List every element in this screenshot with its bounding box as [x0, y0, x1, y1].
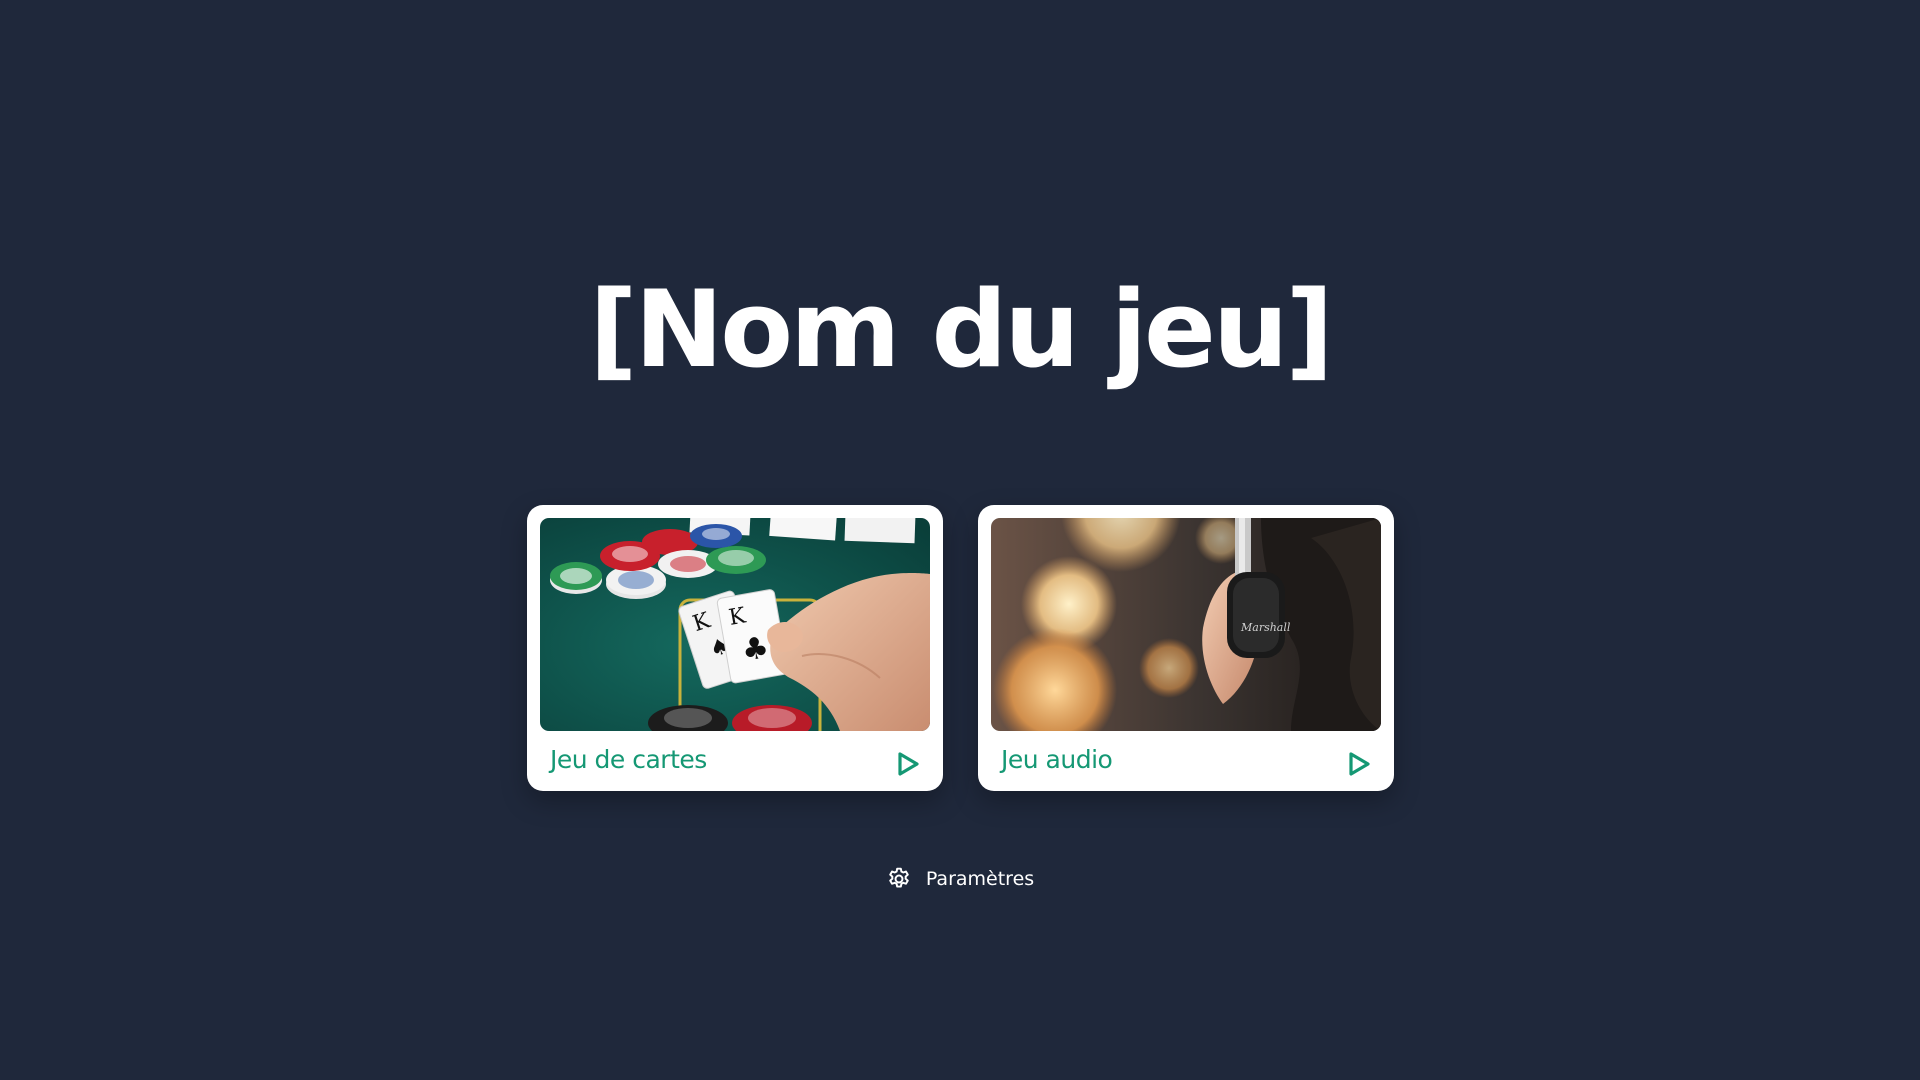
audio-game-button[interactable]: Marshall Jeu audio [978, 505, 1394, 791]
card-game-label: Jeu de cartes [550, 745, 707, 774]
settings-label: Paramètres [925, 868, 1035, 890]
audio-game-label: Jeu audio [1001, 745, 1113, 774]
play-icon[interactable] [896, 751, 920, 777]
play-icon[interactable] [1347, 751, 1371, 777]
main-menu: [Nom du jeu] K ♠ K ♣ Jeu de cartes Marsh… [0, 0, 1920, 1080]
game-title: [Nom du jeu] [589, 268, 1334, 391]
settings-button[interactable]: Paramètres [0, 866, 1920, 892]
audio-game-image: Marshall [991, 518, 1381, 731]
card-game-image: K ♠ K ♣ [540, 518, 930, 731]
gear-icon [889, 867, 909, 888]
svg-text:Marshall: Marshall [1240, 621, 1291, 634]
card-game-button[interactable]: K ♠ K ♣ Jeu de cartes [527, 505, 943, 791]
